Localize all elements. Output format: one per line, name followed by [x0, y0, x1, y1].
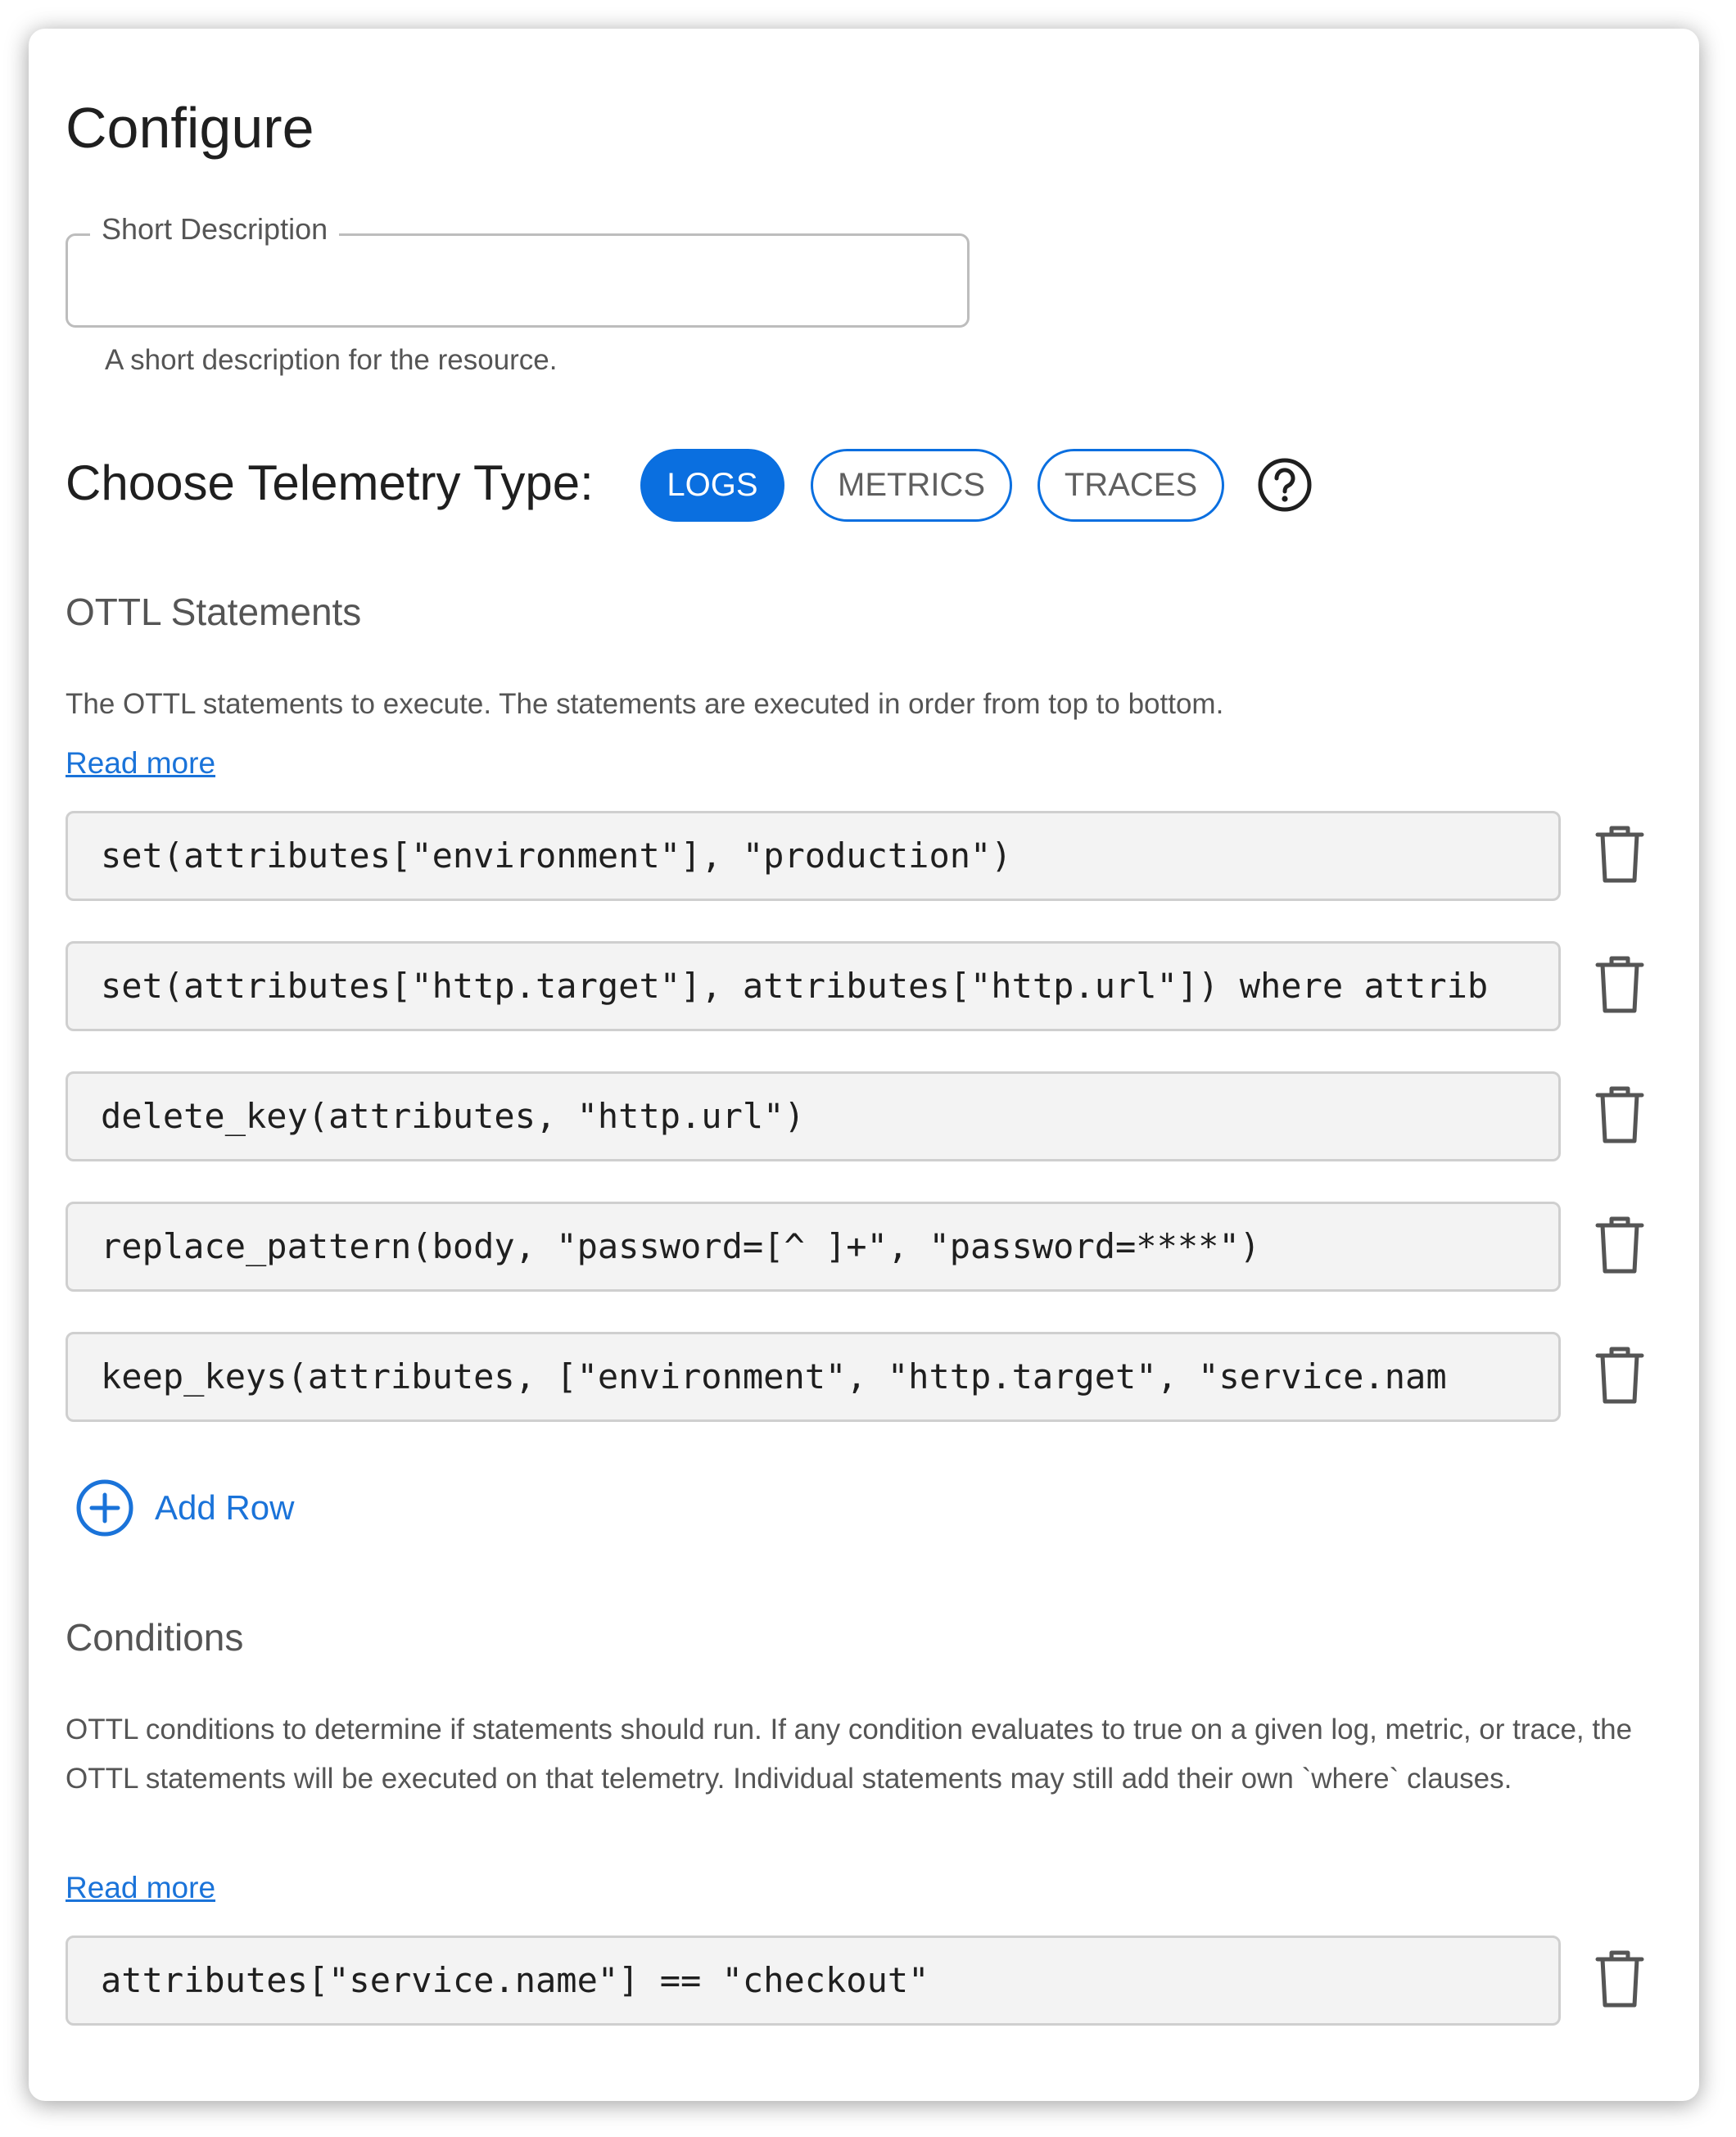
- ottl-statements-description: The OTTL statements to execute. The stat…: [66, 688, 1224, 720]
- trash-icon[interactable]: [1594, 955, 1645, 1014]
- trash-icon[interactable]: [1594, 1949, 1645, 2008]
- telemetry-chip-traces[interactable]: TRACES: [1038, 449, 1224, 522]
- plus-circle-icon: [76, 1479, 133, 1537]
- condition-input[interactable]: attributes["service.name"] == "checkout": [66, 1936, 1561, 2026]
- telemetry-type-label: Choose Telemetry Type:: [66, 455, 594, 510]
- short-description-helper: A short description for the resource.: [105, 344, 558, 376]
- trash-icon[interactable]: [1594, 1346, 1645, 1405]
- trash-icon[interactable]: [1594, 1216, 1645, 1275]
- conditions-read-more-link[interactable]: Read more: [66, 1868, 215, 1908]
- telemetry-chip-metrics[interactable]: METRICS: [811, 449, 1012, 522]
- conditions-description: OTTL conditions to determine if statemen…: [66, 1714, 1633, 1795]
- add-row-button[interactable]: Add Row: [75, 1478, 294, 1537]
- page-title: Configure: [66, 96, 314, 160]
- help-circle-icon[interactable]: [1257, 457, 1313, 513]
- statement-input[interactable]: keep_keys(attributes, ["environment", "h…: [66, 1332, 1561, 1422]
- short-description-input[interactable]: [66, 233, 970, 328]
- statement-input[interactable]: delete_key(attributes, "http.url"): [66, 1071, 1561, 1161]
- telemetry-chip-logs[interactable]: LOGS: [640, 449, 784, 522]
- statement-input[interactable]: set(attributes["environment"], "producti…: [66, 811, 1561, 901]
- ottl-statements-title: OTTL Statements: [66, 591, 362, 633]
- trash-icon[interactable]: [1594, 825, 1645, 884]
- short-description-label: Short Description: [90, 211, 340, 247]
- statements-read-more-link[interactable]: Read more: [66, 744, 215, 783]
- statement-input[interactable]: set(attributes["http.target"], attribute…: [66, 941, 1561, 1031]
- trash-icon[interactable]: [1594, 1085, 1645, 1144]
- add-row-label: Add Row: [155, 1488, 295, 1527]
- statement-input[interactable]: replace_pattern(body, "password=[^ ]+", …: [66, 1202, 1561, 1292]
- conditions-title: Conditions: [66, 1616, 244, 1659]
